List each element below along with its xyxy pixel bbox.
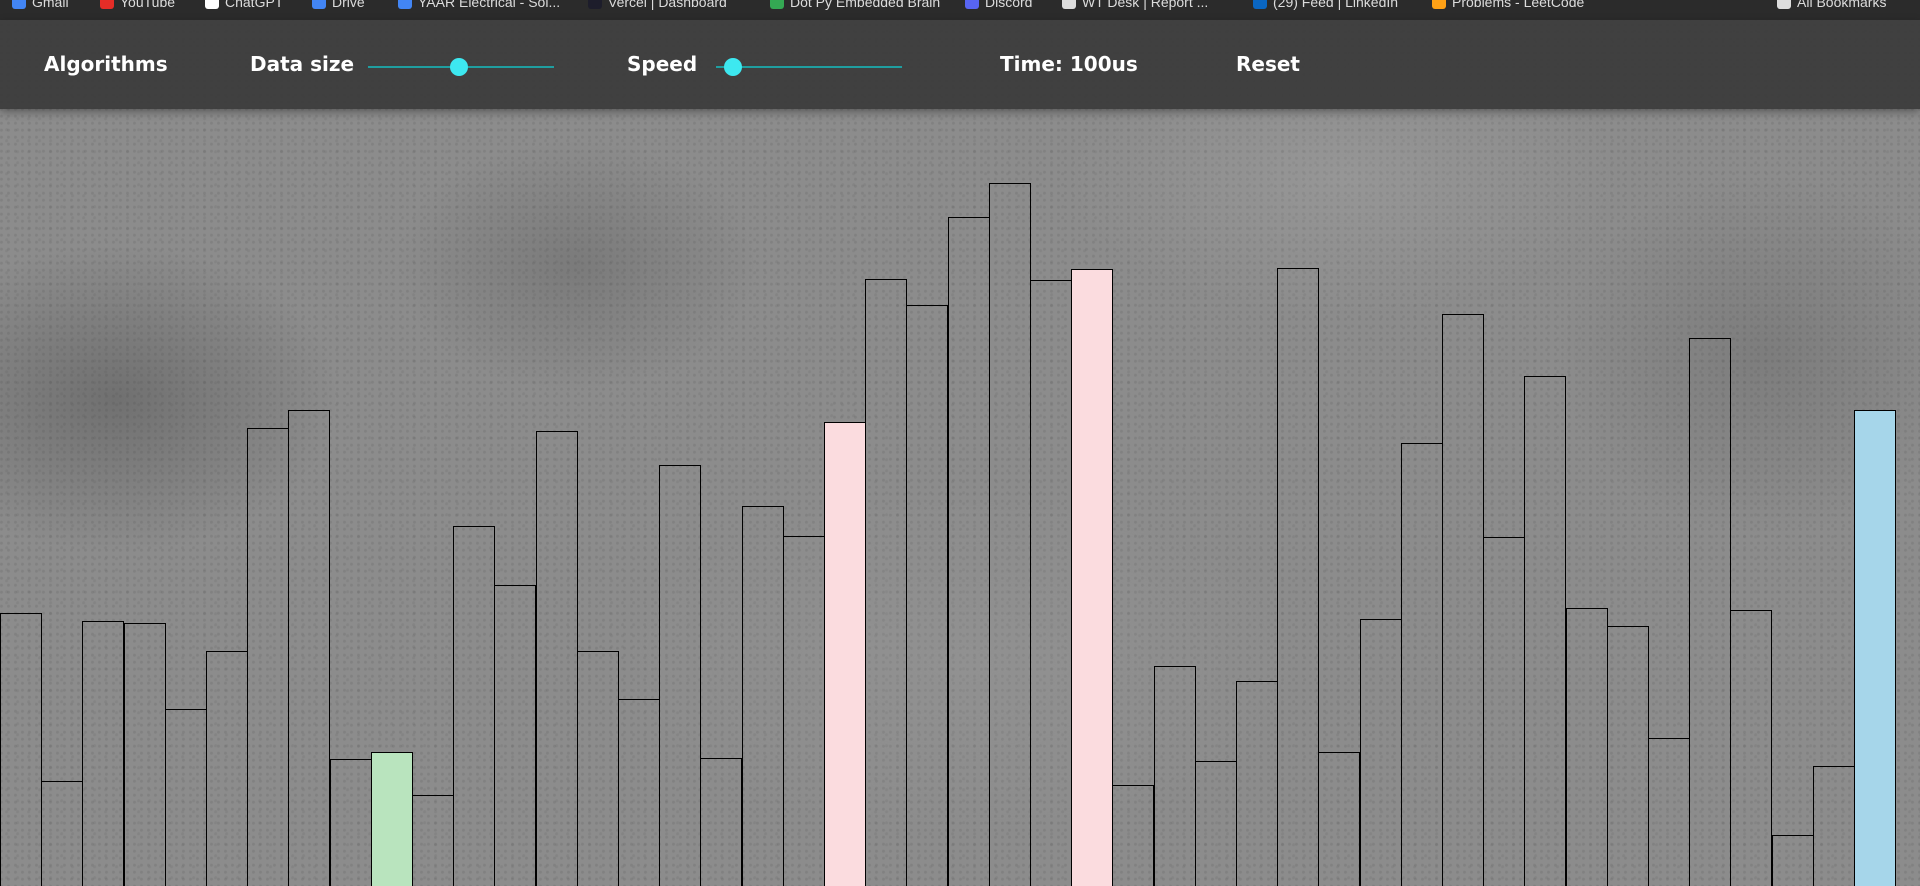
bookmark-item[interactable]: Discord <box>965 0 1032 11</box>
array-bar <box>1813 766 1855 886</box>
bookmark-favicon-icon <box>1062 0 1076 9</box>
array-bar <box>453 525 495 886</box>
array-bar <box>1730 610 1772 886</box>
speed-slider[interactable] <box>716 58 902 76</box>
bookmark-item[interactable]: Vercel | Dashboard <box>588 0 727 11</box>
sorting-bars-area <box>0 109 1920 886</box>
bookmark-label: Problems - LeetCode <box>1452 0 1585 10</box>
array-bar <box>206 651 248 886</box>
bookmark-label: ChatGPT <box>225 0 284 10</box>
array-bar <box>1442 313 1484 886</box>
array-bar <box>1195 761 1237 886</box>
bookmarks-bar: Gmail YouTube ChatGPT Drive YAAR Electrical … <box>0 0 1920 20</box>
time-readout: Time: 100us <box>1000 52 1138 76</box>
bookmark-label: Dot Py Embedded Brain <box>790 0 941 10</box>
bookmark-item[interactable]: (29) Feed | LinkedIn <box>1253 0 1398 11</box>
bookmark-favicon-icon <box>12 0 26 9</box>
array-bar <box>1566 607 1608 886</box>
bookmark-label: Discord <box>985 0 1033 10</box>
array-bar <box>1607 626 1649 886</box>
speed-label: Speed <box>627 52 698 76</box>
array-bar <box>412 794 454 886</box>
array-bar <box>247 427 289 886</box>
bookmark-item[interactable]: ChatGPT <box>205 0 283 11</box>
bookmark-item[interactable]: Problems - LeetCode <box>1432 0 1584 11</box>
array-bar <box>1112 785 1154 886</box>
algorithms-menu[interactable]: Algorithms <box>44 51 168 77</box>
array-bar <box>41 781 83 886</box>
bookmark-label: Gmail <box>32 0 69 10</box>
bookmark-item[interactable]: WT Desk | Report ... <box>1062 0 1208 11</box>
bookmark-label: YAAR Electrical - Sol... <box>418 0 561 10</box>
array-bar <box>824 421 866 886</box>
array-bar <box>1318 751 1360 886</box>
array-bar <box>288 410 330 886</box>
array-bar <box>783 535 825 886</box>
array-bar <box>536 431 578 886</box>
array-bar <box>1854 410 1896 886</box>
array-bar <box>1277 267 1319 886</box>
bookmark-item[interactable]: Dot Py Embedded Brain <box>770 0 940 11</box>
bookmark-label: Drive <box>332 0 365 10</box>
array-bar <box>0 612 42 886</box>
array-bar <box>1483 536 1525 886</box>
array-bar <box>1772 834 1814 886</box>
array-bar <box>165 709 207 886</box>
array-bar <box>659 464 701 886</box>
array-bar <box>1030 280 1072 886</box>
speed-slider-thumb[interactable] <box>723 58 742 76</box>
array-bar <box>1524 375 1566 886</box>
array-bar <box>124 622 166 886</box>
bookmark-favicon-icon <box>398 0 412 9</box>
array-bar <box>82 621 124 886</box>
array-bar <box>1071 268 1113 886</box>
bookmark-favicon-icon <box>312 0 326 9</box>
array-bar <box>1401 442 1443 886</box>
bookmark-item[interactable]: Drive <box>312 0 365 11</box>
array-bar <box>1648 737 1690 886</box>
data-size-slider[interactable] <box>368 58 554 76</box>
array-bar <box>1236 680 1278 886</box>
bookmark-label: YouTube <box>120 0 176 10</box>
array-bar <box>742 505 784 886</box>
data-size-label: Data size <box>250 52 355 76</box>
bookmark-label: (29) Feed | LinkedIn <box>1273 0 1399 10</box>
bookmark-label: All Bookmarks <box>1797 0 1887 10</box>
array-bar <box>371 751 413 886</box>
array-bar <box>989 183 1031 886</box>
bookmark-favicon-icon <box>588 0 602 9</box>
bookmark-label: Vercel | Dashboard <box>608 0 727 10</box>
array-bar <box>1360 618 1402 886</box>
bookmark-item[interactable]: YAAR Electrical - Sol... <box>398 0 560 11</box>
array-bar <box>330 758 372 886</box>
bookmark-label: WT Desk | Report ... <box>1082 0 1209 10</box>
array-bar <box>1689 338 1731 886</box>
bookmark-favicon-icon <box>205 0 219 9</box>
speed-slider-track[interactable] <box>716 66 902 68</box>
array-bar <box>577 651 619 886</box>
bookmark-favicon-icon <box>770 0 784 9</box>
bookmark-favicon-icon <box>100 0 114 9</box>
array-bar <box>906 304 948 886</box>
array-bar <box>1154 665 1196 886</box>
bookmark-item[interactable]: All Bookmarks <box>1777 0 1886 11</box>
bookmark-favicon-icon <box>1777 0 1791 9</box>
bookmark-item[interactable]: YouTube <box>100 0 175 11</box>
bookmark-favicon-icon <box>965 0 979 9</box>
bookmark-favicon-icon <box>1253 0 1267 9</box>
array-bar <box>494 585 536 886</box>
array-bar <box>948 216 990 886</box>
data-size-slider-thumb[interactable] <box>450 58 469 76</box>
bookmark-item[interactable]: Gmail <box>12 0 69 11</box>
bookmark-favicon-icon <box>1432 0 1446 9</box>
array-bar <box>865 278 907 886</box>
array-bar <box>700 757 742 886</box>
control-navbar: Algorithms Data size Speed Time: 100us R… <box>0 20 1920 109</box>
reset-button[interactable]: Reset <box>1236 51 1300 77</box>
array-bar <box>618 699 660 886</box>
